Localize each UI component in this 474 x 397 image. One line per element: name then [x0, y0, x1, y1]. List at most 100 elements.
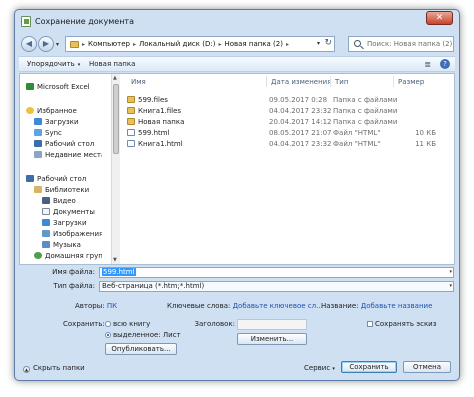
new-folder-button[interactable]: Новая папка	[89, 60, 135, 68]
chevron-down-icon[interactable]: ▾	[449, 268, 452, 277]
file-type: Папка с файлами	[333, 96, 398, 104]
sidebar-item-recent-places[interactable]: Недавние места	[34, 150, 102, 160]
chevron-right-icon[interactable]: ▸	[82, 41, 85, 48]
folder-icon	[127, 118, 135, 125]
search-placeholder: Поиск: Новая папка (2)	[367, 40, 453, 48]
authors-value[interactable]: ПК	[107, 302, 117, 310]
authors-label: Авторы:	[75, 302, 105, 310]
help-icon[interactable]: ?	[440, 59, 450, 69]
title-value[interactable]: Добавьте название	[361, 302, 433, 310]
scrollbar-thumb[interactable]	[113, 84, 119, 154]
filename-field[interactable]: 599.html ▾	[99, 267, 454, 278]
file-date: 04.04.2017 23:32	[269, 107, 332, 115]
radio-selection[interactable]: выделенное: Лист	[105, 331, 181, 339]
breadcrumb-local-disk[interactable]: Локальный диск (D:)	[139, 40, 215, 48]
sidebar-item-label: Sync	[45, 129, 62, 137]
file-date: 04.04.2017 23:32	[269, 140, 332, 148]
sidebar-item-music[interactable]: Музыка	[42, 240, 81, 250]
file-row[interactable]: Книга1.html 04.04.2017 23:32 Файл "HTML"…	[121, 139, 454, 149]
save-button[interactable]: Сохранить	[341, 361, 397, 373]
tools-label: Сервис	[304, 364, 331, 372]
organize-button[interactable]: Упорядочить ▾	[27, 60, 80, 68]
download-icon	[34, 118, 42, 125]
chevron-right-icon[interactable]: ▸	[286, 41, 289, 48]
sidebar-item-excel[interactable]: Microsoft Excel	[26, 82, 90, 92]
column-header-type[interactable]: Тип	[335, 78, 348, 86]
sidebar-item-images[interactable]: Изображения	[42, 229, 102, 239]
sidebar-item-sync[interactable]: Sync	[34, 128, 62, 138]
address-dropdown-icon[interactable]: ▾	[317, 40, 320, 47]
file-name-text: Книга1.html	[138, 140, 183, 148]
recent-icon	[34, 151, 42, 158]
sidebar-item-documents[interactable]: Документы	[42, 207, 95, 217]
dialog-title: Сохранение документа	[35, 17, 134, 26]
column-divider[interactable]	[266, 76, 267, 87]
file-row[interactable]: 599.files 09.05.2017 0:28 Папка с файлам…	[121, 95, 454, 105]
radio-selection-label: выделенное: Лист	[113, 331, 181, 339]
chevron-right-icon[interactable]: ▸	[218, 41, 221, 48]
publish-button[interactable]: Опубликовать...	[105, 343, 177, 355]
chevron-right-icon[interactable]: ▸	[133, 41, 136, 48]
chevron-down-icon: ▾	[77, 62, 81, 68]
view-options-icon[interactable]: ≣	[424, 60, 431, 69]
scroll-up-icon[interactable]: ▲	[113, 75, 117, 81]
search-input[interactable]: Поиск: Новая папка (2)	[348, 36, 454, 52]
sidebar-item-label: Документы	[53, 208, 95, 216]
sidebar-item-label: Рабочий стол	[45, 140, 95, 148]
tools-button[interactable]: Сервис ▾	[304, 364, 335, 372]
file-name: Книга1.files	[127, 106, 181, 116]
sidebar-item-libraries[interactable]: Библиотеки	[34, 185, 89, 195]
organize-label: Упорядочить	[27, 60, 75, 68]
chevron-up-icon: ▲	[23, 366, 30, 373]
sidebar-item-homegroup[interactable]: Домашняя груп	[34, 251, 102, 261]
refresh-icon[interactable]: ↻	[324, 38, 332, 48]
html-file-icon	[127, 140, 135, 147]
sidebar-item-desktop-fav[interactable]: Рабочий стол	[34, 139, 94, 149]
file-type: Папка с файлами	[333, 107, 398, 115]
sync-icon	[34, 129, 42, 136]
filename-value: 599.html	[102, 268, 136, 276]
recent-pages-dropdown[interactable]: ▾	[56, 41, 59, 48]
column-divider[interactable]	[330, 76, 331, 87]
save-dialog: Сохранение документа ✕ ◀ ▶ ▾ ▸ Компьютер…	[14, 9, 460, 381]
address-bar[interactable]: ▸ Компьютер ▸ Локальный диск (D:) ▸ Нова…	[65, 36, 335, 52]
sidebar-item-downloads[interactable]: Загрузки	[34, 117, 79, 127]
sidebar-item-video[interactable]: Видео	[42, 196, 76, 206]
search-icon	[354, 40, 361, 47]
file-type: Файл "HTML"	[333, 129, 381, 137]
radio-whole-book[interactable]: всю книгу	[105, 320, 150, 328]
scroll-down-icon[interactable]: ▼	[113, 257, 117, 263]
dialog-footer: ▲ Скрыть папки Сервис ▾ Сохранить Отмена	[19, 359, 455, 377]
navigation-scrollbar[interactable]: ▲ ▼	[111, 74, 120, 264]
authors-meta: Авторы: ПК	[75, 302, 117, 310]
file-row[interactable]: Книга1.files 04.04.2017 23:32 Папка с фа…	[121, 106, 454, 116]
radio-whole-book-label: всю книгу	[113, 320, 151, 328]
close-button[interactable]: ✕	[426, 11, 453, 25]
column-header-name[interactable]: Имя	[131, 78, 146, 86]
sidebar-item-downloads-lib[interactable]: Загрузки	[42, 218, 87, 228]
sidebar-item-label: Изображения	[53, 230, 102, 238]
filetype-select[interactable]: Веб-страница (*.htm;*.html) ▾	[99, 281, 454, 292]
chevron-down-icon[interactable]: ▾	[449, 282, 452, 291]
file-row[interactable]: 599.html 08.05.2017 21:07 Файл "HTML" 10…	[121, 128, 454, 138]
documents-icon	[42, 208, 50, 215]
sidebar-item-favorites[interactable]: Избранное	[26, 106, 77, 116]
column-header-size[interactable]: Размер	[398, 78, 424, 86]
save-thumbnail-checkbox[interactable]: Сохранять эскиз	[367, 320, 436, 328]
cancel-button[interactable]: Отмена	[403, 361, 451, 373]
column-divider[interactable]	[393, 76, 394, 87]
sidebar-item-desktop[interactable]: Рабочий стол	[26, 174, 86, 184]
file-row[interactable]: Новая папка 20.04.2017 14:12 Папка с фай…	[121, 117, 454, 127]
download-icon	[42, 219, 50, 226]
hide-folders-button[interactable]: ▲ Скрыть папки	[23, 364, 85, 373]
forward-button[interactable]: ▶	[38, 36, 54, 52]
breadcrumb-computer[interactable]: Компьютер	[88, 40, 130, 48]
keywords-value[interactable]: Добавьте ключевое сл...	[233, 302, 323, 310]
column-header-date[interactable]: Дата изменения	[271, 78, 331, 86]
back-button[interactable]: ◀	[21, 36, 37, 52]
change-button[interactable]: Изменить...	[237, 333, 307, 345]
heading-input[interactable]	[237, 319, 307, 330]
navigation-pane: Microsoft Excel Избранное Загрузки Sync …	[20, 74, 102, 264]
sidebar-item-label: Рабочий стол	[37, 175, 87, 183]
breadcrumb-new-folder[interactable]: Новая папка (2)	[224, 40, 283, 48]
